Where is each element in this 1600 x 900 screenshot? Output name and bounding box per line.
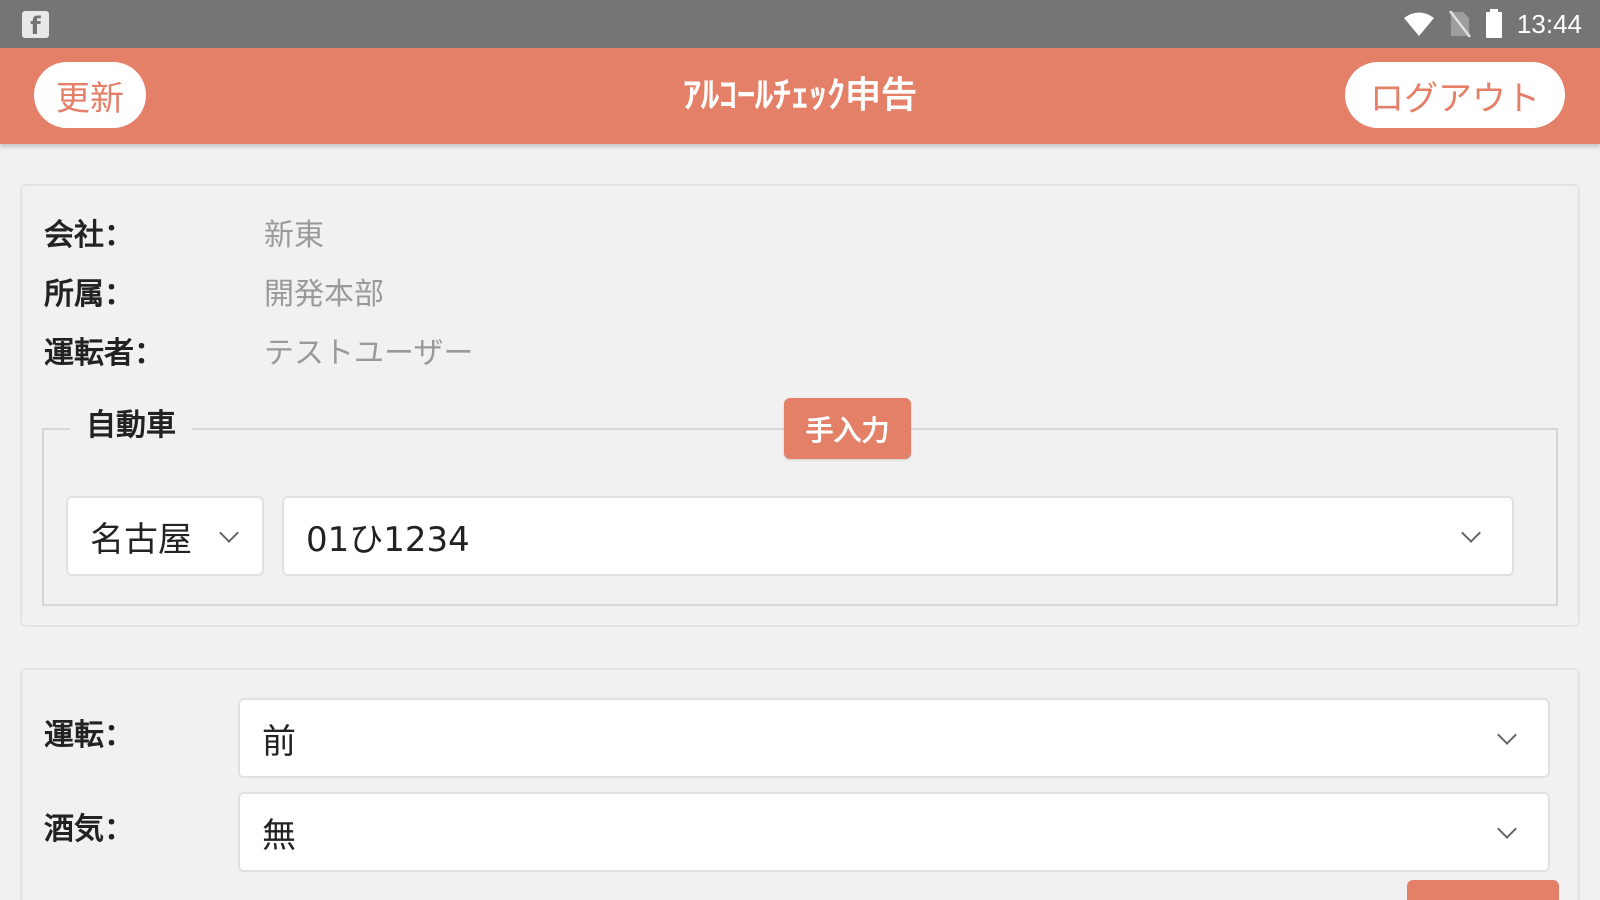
no-sim-icon — [1448, 10, 1471, 38]
logout-button[interactable]: ログアウト — [1345, 62, 1565, 128]
company-label: 会社： — [44, 218, 134, 253]
wifi-icon — [1403, 12, 1434, 36]
status-bar: f 13:44 — [0, 0, 1600, 48]
submit-button[interactable] — [1407, 880, 1559, 900]
region-select[interactable]: 名古屋 — [66, 496, 264, 576]
alcohol-check-card: 運転： 前 酒気： 無 — [20, 668, 1580, 900]
chevron-down-icon — [219, 523, 239, 543]
alcohol-row: 酒気： 無 — [44, 792, 1564, 872]
driver-info-card: 会社： 新東 所属： 開発本部 運転者： テストユーザー 自動車 名古屋 01ひ… — [20, 184, 1580, 627]
chevron-down-icon — [1497, 725, 1517, 745]
plate-number-select[interactable]: 01ひ1234 — [282, 496, 1514, 576]
driving-label: 運転： — [44, 718, 134, 753]
status-time: 13:44 — [1516, 8, 1582, 39]
alcohol-detected-value: 無 — [262, 815, 296, 856]
region-select-value: 名古屋 — [90, 519, 192, 560]
update-button[interactable]: 更新 — [34, 62, 146, 128]
facebook-icon: f — [22, 10, 49, 38]
driver-value: テストユーザー — [264, 336, 474, 371]
chevron-down-icon — [1461, 523, 1481, 543]
alcohol-detected-select[interactable]: 無 — [238, 792, 1550, 872]
company-value: 新東 — [264, 218, 324, 253]
chevron-down-icon — [1497, 819, 1517, 839]
department-label: 所属： — [44, 277, 134, 312]
manual-input-button[interactable]: 手入力 — [784, 398, 911, 459]
driving-timing-value: 前 — [262, 721, 296, 762]
battery-icon — [1485, 9, 1502, 38]
status-icons: 13:44 — [1403, 9, 1582, 40]
vehicle-legend: 自動車 — [70, 404, 192, 448]
driving-timing-select[interactable]: 前 — [238, 698, 1550, 778]
department-value: 開発本部 — [264, 277, 384, 312]
alcohol-label: 酒気： — [44, 812, 134, 847]
plate-number-value: 01ひ1234 — [306, 519, 470, 560]
driving-row: 運転： 前 — [44, 698, 1564, 778]
driver-label: 運転者： — [44, 336, 164, 371]
app-bar: ｱﾙｺｰﾙﾁｪｯｸ申告 更新 ログアウト — [0, 48, 1600, 144]
